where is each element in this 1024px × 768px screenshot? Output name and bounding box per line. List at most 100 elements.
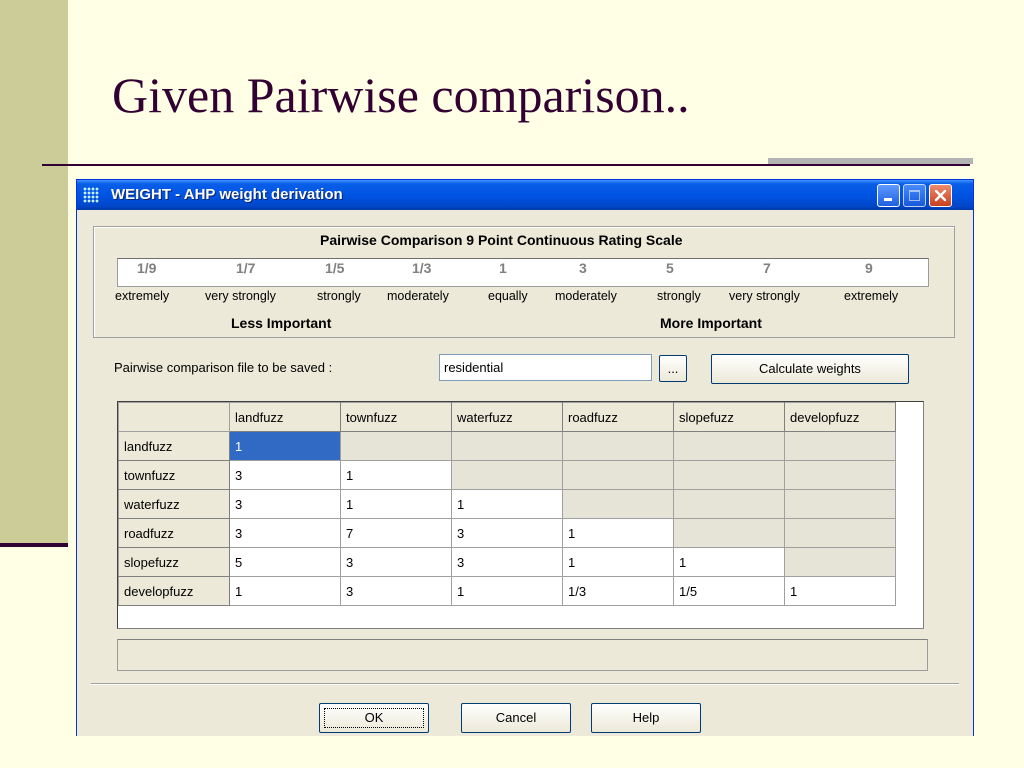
row-header[interactable]: townfuzz (118, 460, 230, 490)
comparison-table: landfuzz townfuzz waterfuzz roadfuzz slo… (118, 402, 896, 606)
focus-rect (324, 708, 424, 728)
button-separator (91, 683, 959, 685)
slide-title-underline (42, 164, 970, 166)
table-row: waterfuzz 3 1 1 (118, 489, 896, 519)
status-bar (117, 639, 928, 671)
minimize-button[interactable] (877, 184, 900, 207)
column-header[interactable]: slopefuzz (673, 402, 785, 432)
grid-cell (784, 431, 896, 461)
help-button[interactable]: Help (591, 703, 701, 733)
filename-input[interactable] (439, 354, 652, 381)
grid-cell (673, 460, 785, 490)
column-header[interactable]: waterfuzz (451, 402, 563, 432)
grid-cell-selected[interactable]: 1 (229, 431, 341, 461)
slide-title: Given Pairwise comparison.. (112, 67, 690, 123)
scale-value: 3 (579, 260, 587, 276)
grid-cell (340, 431, 452, 461)
ok-button[interactable]: OK (319, 703, 429, 733)
row-header[interactable]: developfuzz (118, 576, 230, 606)
grid-cell (562, 489, 674, 519)
column-header[interactable]: landfuzz (229, 402, 341, 432)
grid-cell[interactable]: 3 (229, 460, 341, 490)
scale-description: moderately (387, 289, 449, 303)
grid-cell (562, 460, 674, 490)
grid-cell[interactable]: 1 (451, 576, 563, 606)
table-row: landfuzz 1 (118, 431, 896, 461)
grid-cell (451, 431, 563, 461)
minimize-icon (884, 198, 892, 201)
row-header[interactable]: waterfuzz (118, 489, 230, 519)
maximize-button[interactable] (903, 184, 926, 207)
grid-cell[interactable]: 1 (340, 489, 452, 519)
grid-cell[interactable]: 5 (229, 547, 341, 577)
grid-cell[interactable]: 1 (451, 489, 563, 519)
scale-value: 5 (666, 260, 674, 276)
grid-cell[interactable]: 1 (340, 460, 452, 490)
grid-header-row: landfuzz townfuzz waterfuzz roadfuzz slo… (118, 402, 896, 432)
row-header[interactable]: roadfuzz (118, 518, 230, 548)
scale-value: 7 (763, 260, 771, 276)
grid-cell[interactable]: 1/5 (673, 576, 785, 606)
browse-button[interactable]: ... (659, 355, 687, 382)
grid-cell[interactable]: 1 (784, 576, 896, 606)
scale-description: extremely (844, 289, 899, 303)
grid-cell[interactable]: 1 (673, 547, 785, 577)
cancel-button[interactable]: Cancel (461, 703, 571, 733)
grid-cell[interactable]: 3 (340, 547, 452, 577)
less-important-label: Less Important (231, 315, 332, 331)
grid-cell[interactable]: 3 (451, 547, 563, 577)
scale-description: moderately (555, 289, 617, 303)
table-row: slopefuzz 5 3 3 1 1 (118, 547, 896, 577)
grid-cell[interactable]: 1 (562, 547, 674, 577)
table-row: roadfuzz 3 7 3 1 (118, 518, 896, 548)
scale-value: 1/3 (412, 260, 432, 276)
scale-value: 1/7 (236, 260, 256, 276)
column-header[interactable]: townfuzz (340, 402, 452, 432)
grid-cell (784, 518, 896, 548)
scale-value: 1 (499, 260, 507, 276)
grid-cell[interactable]: 7 (340, 518, 452, 548)
window-titlebar[interactable]: WEIGHT - AHP weight derivation (77, 180, 973, 210)
scale-value: 1/5 (325, 260, 345, 276)
close-icon (934, 189, 947, 202)
column-header[interactable]: developfuzz (784, 402, 896, 432)
column-header[interactable]: roadfuzz (562, 402, 674, 432)
grid-cell[interactable]: 3 (340, 576, 452, 606)
grid-cell[interactable]: 3 (229, 518, 341, 548)
grid-corner (118, 402, 230, 432)
grid-cell (562, 431, 674, 461)
grid-cell (784, 489, 896, 519)
grid-cell (673, 431, 785, 461)
file-label: Pairwise comparison file to be saved : (114, 360, 333, 375)
weight-dialog: WEIGHT - AHP weight derivation Pairwise … (76, 179, 974, 736)
scale-value: 9 (865, 260, 873, 276)
window-title: WEIGHT - AHP weight derivation (111, 186, 343, 203)
grid-cell[interactable]: 1 (229, 576, 341, 606)
scale-description: strongly (657, 289, 701, 303)
more-important-label: More Important (660, 315, 762, 331)
calculate-weights-button[interactable]: Calculate weights (711, 354, 909, 384)
scale-description: extremely (115, 289, 170, 303)
grid-cell[interactable]: 1 (562, 518, 674, 548)
close-button[interactable] (929, 184, 952, 207)
row-header[interactable]: slopefuzz (118, 547, 230, 577)
grid-app-icon (83, 187, 99, 203)
scale-value: 1/9 (137, 260, 157, 276)
grid-cell[interactable]: 1/3 (562, 576, 674, 606)
scale-description: strongly (317, 289, 361, 303)
table-row: townfuzz 3 1 (118, 460, 896, 490)
table-row: developfuzz 1 3 1 1/3 1/5 1 (118, 576, 896, 606)
grid-cell (784, 547, 896, 577)
maximize-icon (909, 190, 920, 201)
grid-cell (673, 518, 785, 548)
grid-cell (451, 460, 563, 490)
slide-left-band (0, 0, 68, 545)
comparison-grid: landfuzz townfuzz waterfuzz roadfuzz slo… (117, 401, 924, 629)
grid-cell[interactable]: 3 (451, 518, 563, 548)
scale-description: equally (488, 289, 528, 303)
grid-cell (784, 460, 896, 490)
scale-description: very strongly (729, 289, 800, 303)
scale-description: very strongly (205, 289, 276, 303)
row-header[interactable]: landfuzz (118, 431, 230, 461)
grid-cell[interactable]: 3 (229, 489, 341, 519)
